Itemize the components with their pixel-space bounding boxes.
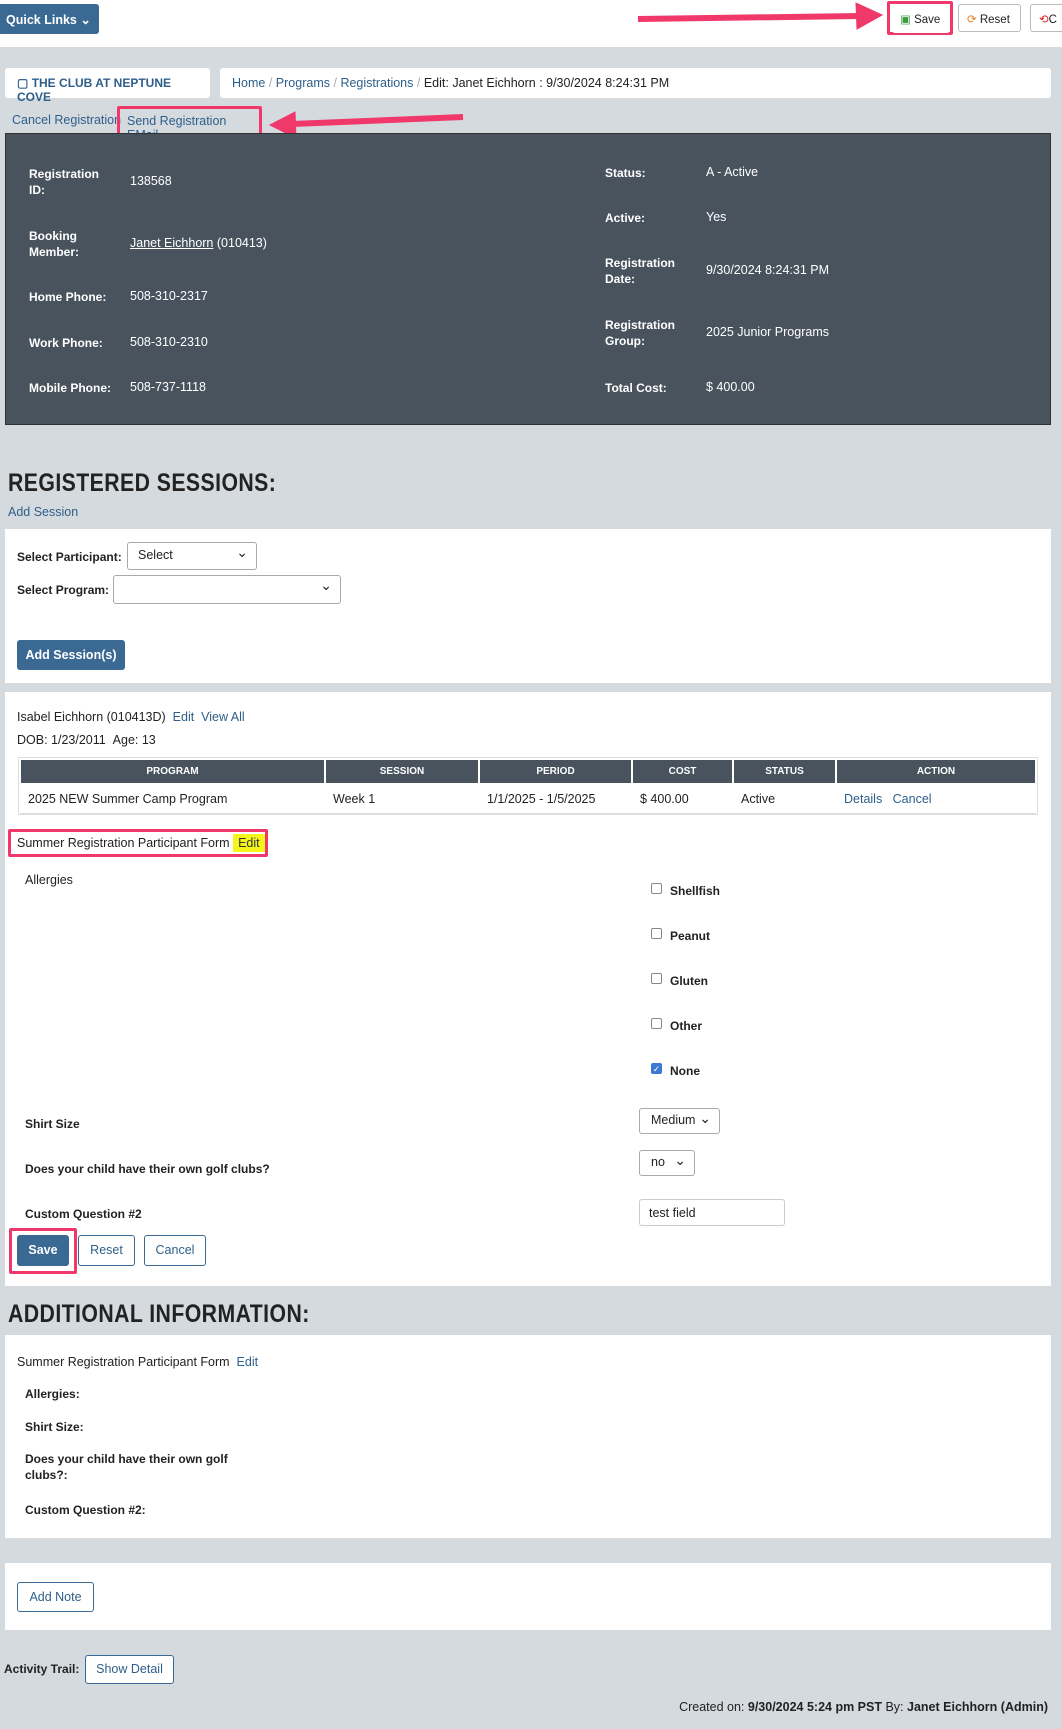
breadcrumb-current: Edit: Janet Eichhorn : 9/30/2024 8:24:31… bbox=[423, 76, 670, 90]
club-name[interactable]: ▢ THE CLUB AT NEPTUNE COVE bbox=[5, 68, 210, 104]
add-sessions-button[interactable]: Add Session(s) bbox=[17, 640, 125, 670]
mobile-phone: 508-737-1118 bbox=[130, 380, 206, 394]
form-title: Summer Registration Participant Form bbox=[17, 836, 230, 850]
registered-sessions-heading: REGISTERED SESSIONS: bbox=[8, 469, 277, 497]
column-header: PERIOD bbox=[478, 758, 633, 785]
column-header: ACTION bbox=[835, 758, 1037, 785]
allergies-label: Allergies: bbox=[25, 1387, 80, 1401]
home-phone: 508-310-2317 bbox=[130, 289, 208, 303]
form-reset-button[interactable]: Reset bbox=[78, 1235, 135, 1266]
notes-panel: Add Note bbox=[5, 1563, 1051, 1630]
age: Age: 13 bbox=[112, 733, 156, 747]
allergy-peanut[interactable]: Peanut bbox=[651, 928, 720, 973]
edit-participant-link[interactable]: Edit bbox=[173, 710, 195, 724]
column-header: PROGRAM bbox=[19, 758, 326, 785]
golf-clubs-select[interactable]: no bbox=[639, 1150, 695, 1176]
view-all-link[interactable]: View All bbox=[201, 710, 245, 724]
label: Select Participant: bbox=[17, 550, 122, 564]
breadcrumb: Home / Programs / Registrations / Edit: … bbox=[220, 68, 1051, 98]
edit-additional-link[interactable]: Edit bbox=[237, 1355, 259, 1369]
send-email-highlight: Send Registration EMail bbox=[117, 106, 262, 142]
cost-cell: $ 400.00 bbox=[632, 784, 733, 814]
allergy-gluten[interactable]: Gluten bbox=[651, 973, 720, 1018]
breadcrumb-programs[interactable]: Programs bbox=[276, 76, 330, 90]
edit-form-link[interactable]: Edit bbox=[233, 834, 265, 852]
label: Registration ID: bbox=[29, 167, 100, 197]
monitor-icon: ▢ bbox=[17, 76, 29, 90]
created-info: Created on: 9/30/2024 5:24 pm PST By: Ja… bbox=[679, 1700, 1048, 1714]
custom-question-label: Custom Question #2: bbox=[25, 1503, 146, 1517]
participant-panel: Isabel Eichhorn (010413D) Edit View All … bbox=[5, 692, 1051, 1286]
label: Booking Member: bbox=[29, 229, 80, 259]
allergy-other[interactable]: Other bbox=[651, 1018, 720, 1063]
active: Yes bbox=[706, 210, 727, 224]
checkbox[interactable] bbox=[651, 1018, 662, 1029]
participant-select[interactable]: Select bbox=[127, 542, 257, 570]
additional-info-heading: ADDITIONAL INFORMATION: bbox=[8, 1300, 310, 1328]
shirt-size-select[interactable]: Medium bbox=[639, 1108, 720, 1134]
form-title: Summer Registration Participant Form bbox=[17, 1355, 230, 1369]
program-select[interactable] bbox=[113, 575, 341, 604]
participant-name: Isabel Eichhorn (010413D) bbox=[17, 710, 166, 724]
registration-group: 2025 Junior Programs bbox=[706, 325, 829, 339]
total-cost: $ 400.00 bbox=[706, 380, 755, 394]
shirt-size-label: Shirt Size: bbox=[25, 1420, 84, 1434]
registration-date: 9/30/2024 8:24:31 PM bbox=[706, 263, 830, 277]
column-header: COST bbox=[631, 758, 734, 785]
label: Mobile Phone: bbox=[29, 381, 111, 395]
table-row: 2025 NEW Summer Camp Program Week 1 1/1/… bbox=[20, 784, 1036, 814]
show-detail-button[interactable]: Show Detail bbox=[85, 1655, 174, 1684]
registration-id: 138568 bbox=[130, 174, 172, 188]
label: Home Phone: bbox=[29, 290, 107, 304]
label: Work Phone: bbox=[29, 336, 103, 350]
checkbox-checked[interactable]: ✓ bbox=[651, 1063, 662, 1074]
label: Total Cost: bbox=[605, 381, 667, 395]
work-phone: 508-310-2310 bbox=[130, 335, 208, 349]
checkbox[interactable] bbox=[651, 928, 662, 939]
allergy-shellfish[interactable]: Shellfish bbox=[651, 883, 720, 928]
label: Status: bbox=[605, 166, 646, 180]
column-header: SESSION bbox=[324, 758, 480, 785]
golf-clubs-label: Does your child have their own golf club… bbox=[25, 1162, 270, 1176]
custom-question-input[interactable]: test field bbox=[639, 1199, 785, 1226]
session-cell: Week 1 bbox=[325, 784, 479, 814]
cancel-session-link[interactable]: Cancel bbox=[893, 792, 932, 806]
breadcrumb-registrations[interactable]: Registrations bbox=[340, 76, 413, 90]
registration-details-panel: Registration ID: 138568 Booking Member: … bbox=[5, 133, 1051, 425]
golf-clubs-label: Does your child have their own golf club… bbox=[25, 1452, 228, 1482]
label: Select Program: bbox=[17, 583, 110, 597]
form-save-button[interactable]: Save bbox=[17, 1235, 69, 1266]
additional-info-panel: Summer Registration Participant Form Edi… bbox=[5, 1335, 1051, 1538]
label: Registration Group: bbox=[605, 318, 676, 348]
shirt-size-label: Shirt Size bbox=[25, 1117, 80, 1131]
activity-trail-label: Activity Trail: bbox=[4, 1662, 80, 1676]
form-cancel-button[interactable]: Cancel bbox=[144, 1235, 206, 1266]
booking-member-link[interactable]: Janet Eichhorn bbox=[130, 236, 213, 250]
status-cell: Active bbox=[733, 784, 836, 814]
label: Active: bbox=[605, 211, 646, 225]
checkbox[interactable] bbox=[651, 973, 662, 984]
add-session-link[interactable]: Add Session bbox=[8, 505, 78, 519]
label: Registration Date: bbox=[605, 256, 676, 286]
details-link[interactable]: Details bbox=[844, 792, 882, 806]
checkbox[interactable] bbox=[651, 883, 662, 894]
period-cell: 1/1/2025 - 1/5/2025 bbox=[479, 784, 632, 814]
custom-question-label: Custom Question #2 bbox=[25, 1207, 142, 1221]
form-title-highlight: Summer Registration Participant Form Edi… bbox=[8, 829, 268, 857]
column-header: STATUS bbox=[732, 758, 837, 785]
allergy-none[interactable]: ✓ None bbox=[651, 1063, 720, 1108]
dob: DOB: 1/23/2011 bbox=[17, 733, 106, 747]
sessions-table: PROGRAM SESSION PERIOD COST STATUS ACTIO… bbox=[18, 757, 1038, 815]
add-note-button[interactable]: Add Note bbox=[17, 1582, 94, 1612]
cancel-registration-link[interactable]: Cancel Registration bbox=[12, 113, 121, 127]
add-session-panel: Select Participant: Select Select Progra… bbox=[5, 529, 1051, 683]
status: A - Active bbox=[706, 165, 759, 179]
member-number: (010413) bbox=[216, 236, 267, 250]
allergies-label: Allergies bbox=[25, 873, 73, 887]
program-cell: 2025 NEW Summer Camp Program bbox=[20, 784, 325, 814]
allergy-options: Shellfish Peanut Gluten Other ✓ None bbox=[651, 883, 720, 1108]
breadcrumb-home[interactable]: Home bbox=[232, 76, 265, 90]
